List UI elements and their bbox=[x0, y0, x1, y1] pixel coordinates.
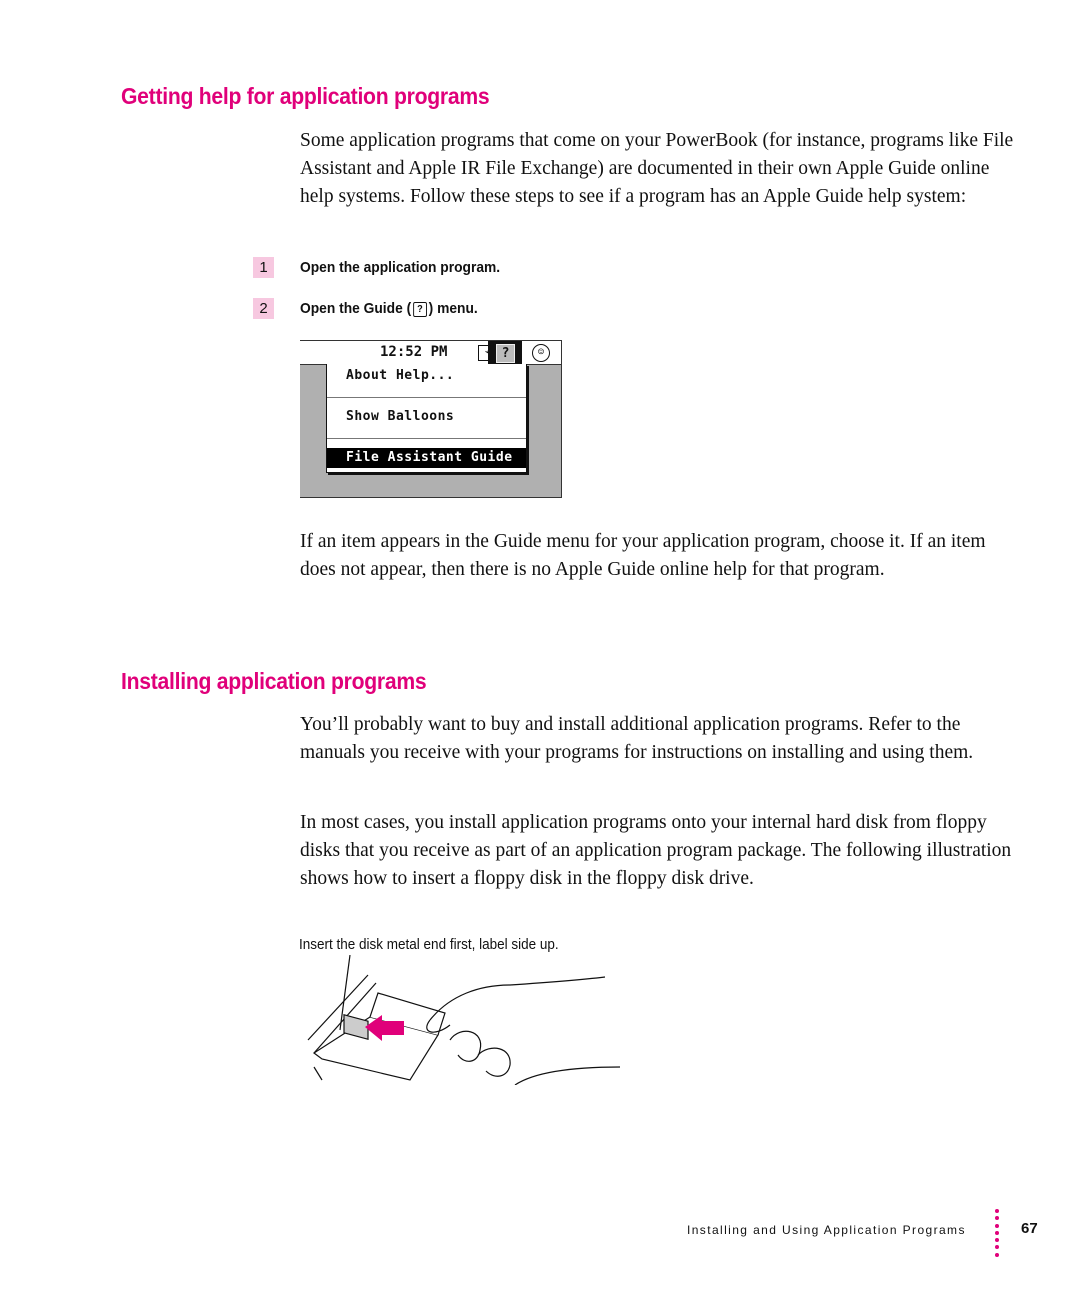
menu-separator bbox=[327, 438, 526, 439]
menu-item-about-help[interactable]: About Help... bbox=[327, 366, 526, 386]
step-text: Open the Guide (?) menu. bbox=[300, 300, 478, 317]
step-text-part: ) menu. bbox=[428, 299, 478, 317]
help-icon: ? bbox=[413, 301, 427, 317]
hand-outline bbox=[429, 976, 606, 1021]
step-number-badge: 1 bbox=[253, 256, 274, 278]
guide-menu-screenshot: 12:52 PM ⌁ ? ☺ About Help... Show Balloo… bbox=[300, 340, 562, 498]
clock: 12:52 PM bbox=[380, 344, 448, 360]
menu-item-file-assistant-guide[interactable]: File Assistant Guide bbox=[327, 448, 526, 468]
illustration-caption: Insert the disk metal end first, label s… bbox=[299, 936, 559, 953]
footer-chapter-title: Installing and Using Application Program… bbox=[687, 1223, 966, 1237]
finger-outline bbox=[477, 1047, 511, 1077]
page-number: 67 bbox=[1021, 1220, 1038, 1237]
floppy-insert-illustration bbox=[307, 955, 621, 1085]
guide-menu-button[interactable]: ? bbox=[488, 341, 522, 365]
step-text-part: Open the Guide ( bbox=[300, 299, 412, 317]
step-number-badge: 2 bbox=[253, 297, 274, 319]
section-heading-installing: Installing application programs bbox=[121, 668, 427, 694]
menu-item-show-balloons[interactable]: Show Balloons bbox=[327, 407, 526, 427]
guide-result-paragraph: If an item appears in the Guide menu for… bbox=[300, 531, 986, 580]
install-paragraph-2: In most cases, you install application p… bbox=[300, 812, 1012, 889]
install-paragraph-1: You’ll probably want to buy and install … bbox=[300, 714, 974, 763]
footer-divider-dots bbox=[995, 1209, 999, 1260]
step-2: 2 Open the Guide (?) menu. bbox=[253, 297, 493, 319]
step-1: 1 Open the application program. bbox=[253, 256, 518, 278]
help-icon: ? bbox=[496, 344, 515, 363]
drive-edge-line bbox=[313, 1066, 323, 1081]
wrist-outline bbox=[514, 1066, 621, 1085]
guide-menu: About Help... Show Balloons File Assista… bbox=[326, 364, 527, 473]
menu-bar: 12:52 PM ⌁ ? ☺ bbox=[300, 340, 561, 365]
menu-separator bbox=[327, 397, 526, 398]
application-menu-icon[interactable]: ☺ bbox=[532, 344, 550, 362]
finger-outline bbox=[449, 1030, 482, 1062]
intro-paragraph: Some application programs that come on y… bbox=[300, 130, 1014, 207]
section-heading-getting-help: Getting help for application programs bbox=[121, 83, 490, 109]
step-text: Open the application program. bbox=[300, 258, 501, 276]
